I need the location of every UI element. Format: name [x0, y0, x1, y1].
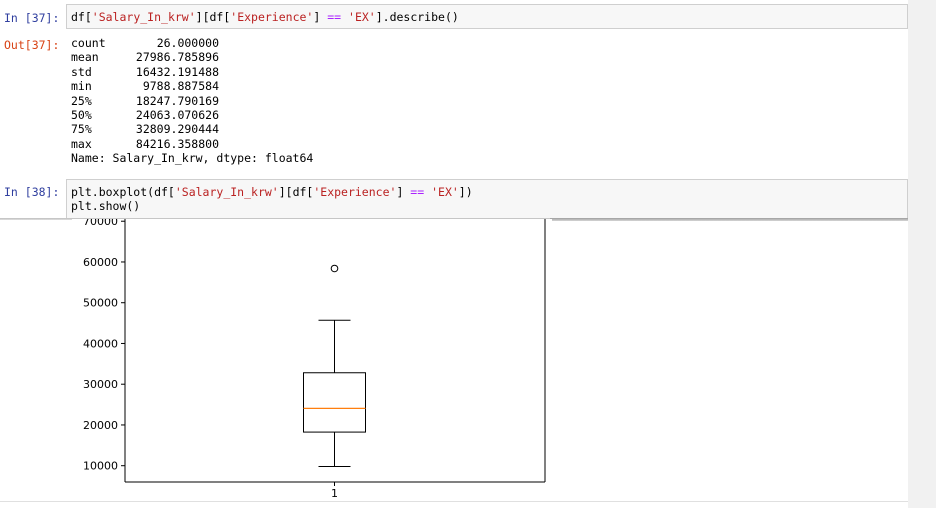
- y-tick-label: 10000: [83, 460, 118, 473]
- output-row: max 84216.358800: [71, 137, 313, 151]
- stat-name: 25%: [71, 93, 92, 108]
- scrollbar-track[interactable]: [908, 0, 936, 508]
- page-bottom-divider: [0, 501, 908, 502]
- stat-value: 16432.191488: [135, 64, 219, 79]
- y-tick-label: 50000: [83, 297, 118, 310]
- code-cell-38[interactable]: plt.boxplot(df['Salary_In_krw'][df['Expe…: [66, 179, 908, 219]
- stat-name: count: [71, 36, 106, 50]
- figure-background: [72, 219, 552, 506]
- stat-value: 84216.358800: [135, 136, 219, 151]
- code-line: df['Salary_In_krw'][df['Experience'] == …: [71, 10, 459, 24]
- stat-value: 32809.290444: [135, 122, 219, 137]
- code-cell-37[interactable]: df['Salary_In_krw'][df['Experience'] == …: [66, 4, 908, 29]
- stat-name: min: [71, 79, 92, 94]
- output-row: std 16432.191488: [71, 65, 313, 79]
- boxplot-chart: 10000 20000 30000 40000 50000 60000 70000 1: [72, 219, 552, 506]
- y-tick-label: 30000: [83, 378, 118, 391]
- describe-output: count 26.000000 mean 27986.785896 std 16432.1…: [71, 36, 313, 166]
- stat-name: 75%: [71, 122, 92, 137]
- output-row: mean 27986.785896: [71, 50, 313, 64]
- y-tick-label: 60000: [83, 256, 118, 269]
- y-tick-label: 40000: [83, 337, 118, 350]
- y-tick-label: 70000: [83, 219, 118, 228]
- stat-value: 27986.785896: [135, 50, 219, 65]
- input-prompt-38: In [38]:: [4, 185, 60, 199]
- stat-name: std: [71, 64, 92, 79]
- stat-name: 50%: [71, 107, 92, 122]
- stat-value: 9788.887584: [142, 79, 219, 94]
- output-prompt-37: Out[37]:: [4, 38, 60, 52]
- output-row: 75% 32809.290444: [71, 122, 313, 136]
- stat-name: mean: [71, 50, 99, 65]
- stat-value: 24063.070626: [135, 107, 219, 122]
- input-prompt-37: In [37]:: [4, 11, 60, 25]
- code-line: plt.show(): [71, 199, 141, 213]
- y-tick-label: 20000: [83, 419, 118, 432]
- cell-divider: [550, 218, 908, 221]
- output-row: 25% 18247.790169: [71, 94, 313, 108]
- stat-value: 26.000000: [156, 36, 219, 50]
- stat-value: 18247.790169: [135, 93, 219, 108]
- output-row: count 26.000000: [71, 36, 313, 50]
- code-line: plt.boxplot(df['Salary_In_krw'][df['Expe…: [71, 185, 473, 199]
- output-footer: Name: Salary_In_krw, dtype: float64: [71, 151, 314, 166]
- x-tick-label: 1: [331, 487, 338, 500]
- output-row: min 9788.887584: [71, 79, 313, 93]
- output-row: 50% 24063.070626: [71, 108, 313, 122]
- stat-name: max: [71, 136, 92, 151]
